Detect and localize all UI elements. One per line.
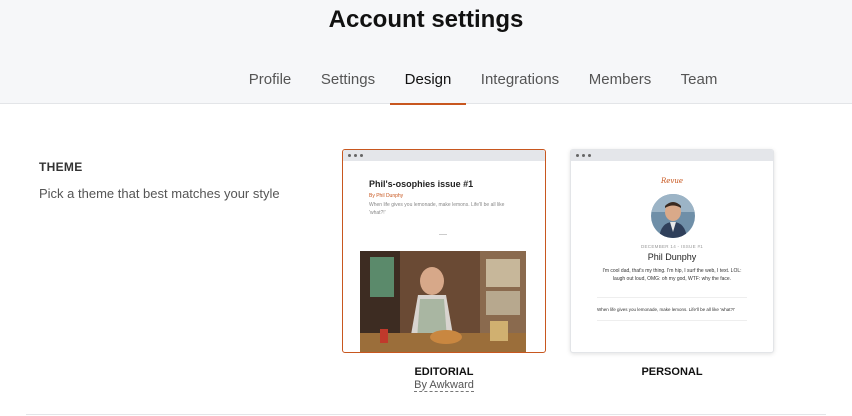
tab-integrations[interactable]: Integrations <box>472 56 568 104</box>
theme-card-editorial[interactable]: Phil's-osophies issue #1 By Phil Dunphy … <box>342 149 546 353</box>
settings-header: Account settings Profile Settings Design… <box>0 0 852 105</box>
tab-profile[interactable]: Profile <box>234 56 306 104</box>
theme-name-personal: PERSONAL <box>641 366 703 378</box>
window-dot-icon <box>588 154 591 157</box>
preview-author: By Phil Dunphy <box>369 193 404 199</box>
theme-section-description: Pick a theme that best matches your styl… <box>39 186 280 201</box>
preview-issue-date: DECEMBER 14 - ISSUE #1 <box>640 244 704 249</box>
tab-settings[interactable]: Settings <box>312 56 384 104</box>
browser-bar <box>343 150 545 161</box>
preview-name: Phil Dunphy <box>647 252 697 262</box>
preview-text: When life gives you lemonade, make lemon… <box>369 202 505 216</box>
window-dot-icon <box>582 154 585 157</box>
preview-divider <box>597 320 747 321</box>
preview-divider <box>439 234 447 235</box>
window-dot-icon <box>576 154 579 157</box>
page-title: Account settings <box>328 6 524 33</box>
tab-team[interactable]: Team <box>670 56 728 104</box>
browser-bar <box>571 150 773 161</box>
preview-photo <box>360 251 526 352</box>
avatar <box>651 194 695 238</box>
theme-author-byline[interactable]: By Awkward <box>414 379 474 392</box>
theme-author-link[interactable]: By Awkward <box>342 379 546 392</box>
window-dot-icon <box>354 154 357 157</box>
preview-bio: I'm cool dad, that's my thing. I'm hip, … <box>602 268 742 282</box>
preview-quote: When life gives you lemonade, make lemon… <box>597 307 736 312</box>
section-divider <box>26 414 826 415</box>
theme-name-editorial: EDITORIAL <box>414 366 474 378</box>
theme-section-label: THEME <box>39 160 83 174</box>
preview-logo: Revue <box>660 177 684 185</box>
tab-members[interactable]: Members <box>580 56 660 104</box>
preview-divider <box>597 297 747 298</box>
preview-title: Phil's-osophies issue #1 <box>369 179 474 189</box>
settings-tabs: Profile Settings Design Integrations Mem… <box>0 56 852 105</box>
theme-card-personal[interactable]: Revue DECEMBER 14 - ISSUE #1 Phil Dunphy… <box>570 149 774 353</box>
tab-design[interactable]: Design <box>390 56 466 105</box>
window-dot-icon <box>360 154 363 157</box>
window-dot-icon <box>348 154 351 157</box>
